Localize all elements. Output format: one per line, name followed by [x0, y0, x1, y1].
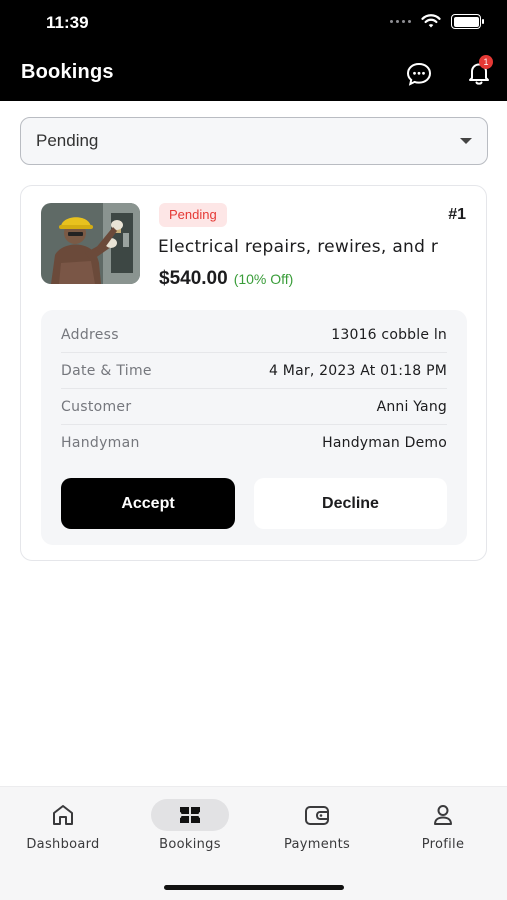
signal-icon — [390, 20, 411, 23]
detail-row-handyman: Handyman Handyman Demo — [61, 425, 447, 461]
detail-label: Customer — [61, 398, 132, 415]
tab-label: Bookings — [159, 837, 221, 852]
person-icon — [434, 805, 452, 825]
tab-label: Dashboard — [26, 837, 100, 852]
tab-bookings[interactable]: Bookings — [135, 799, 245, 859]
price-row: $540.00 (10% Off) — [159, 268, 293, 290]
status-filter-value: Pending — [36, 131, 99, 150]
detail-value: 13016 cobble ln — [331, 326, 447, 343]
decline-button[interactable]: Decline — [254, 478, 447, 529]
status-icons — [390, 14, 484, 29]
detail-row-address: Address 13016 cobble ln — [61, 317, 447, 353]
tab-profile[interactable]: Profile — [388, 799, 498, 859]
booking-card[interactable]: Pending #1 Electrical repairs, rewires, … — [20, 185, 487, 561]
status-badge: Pending — [159, 203, 227, 227]
detail-value: 4 Mar, 2023 At 01:18 PM — [269, 362, 447, 379]
bottom-tab-bar: Dashboard Bookings Payments Profile — [0, 786, 507, 900]
status-time: 11:39 — [46, 13, 89, 32]
tab-label: Payments — [283, 837, 351, 852]
detail-label: Date & Time — [61, 362, 152, 379]
tab-dashboard[interactable]: Dashboard — [8, 799, 118, 859]
detail-row-date-time: Date & Time 4 Mar, 2023 At 01:18 PM — [61, 353, 447, 389]
notification-badge: 1 — [479, 55, 493, 69]
home-icon — [53, 805, 73, 825]
accept-button[interactable]: Accept — [61, 478, 235, 529]
battery-icon — [451, 14, 484, 29]
wallet-icon — [305, 806, 329, 825]
price: $540.00 — [159, 268, 228, 289]
detail-row-customer: Customer Anni Yang — [61, 389, 447, 425]
tab-label: Profile — [421, 837, 465, 852]
detail-value: Handyman Demo — [322, 435, 447, 451]
detail-label: Handyman — [61, 435, 140, 451]
tab-payments[interactable]: Payments — [262, 799, 372, 859]
status-filter-dropdown[interactable]: Pending — [20, 117, 488, 165]
bookings-icon — [180, 807, 200, 823]
detail-label: Address — [61, 326, 119, 343]
home-indicator — [164, 885, 344, 890]
service-image — [41, 203, 140, 284]
discount-label: (10% Off) — [233, 271, 294, 287]
page-title: Bookings — [21, 61, 114, 83]
booking-details: Address 13016 cobble ln Date & Time 4 Ma… — [41, 310, 467, 545]
service-title: Electrical repairs, rewires, and r — [158, 237, 439, 257]
wifi-icon — [421, 14, 441, 28]
chat-icon[interactable] — [405, 61, 433, 87]
chevron-down-icon — [460, 138, 472, 144]
notifications-button[interactable]: 1 — [465, 55, 493, 87]
detail-value: Anni Yang — [376, 398, 447, 415]
app-header: 11:39 Bookings 1 — [0, 0, 507, 101]
booking-id: #1 — [448, 206, 466, 223]
